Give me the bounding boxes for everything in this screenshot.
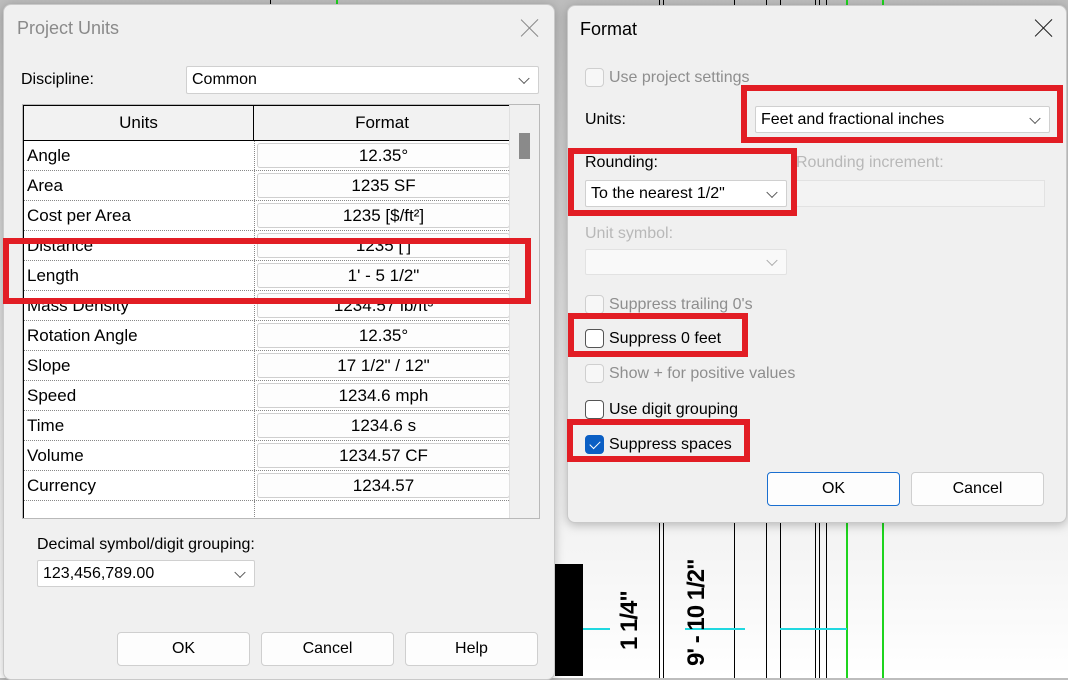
unit-name: Cost per Area: [24, 201, 255, 230]
table-scrollbar[interactable]: [509, 105, 539, 518]
checkbox-box: [585, 400, 604, 419]
format-button[interactable]: 1235 [$/ft²]: [257, 203, 510, 228]
units-dropdown[interactable]: Feet and fractional inches: [755, 106, 1050, 133]
checkmark-icon: [585, 435, 604, 454]
column-header-format: Format: [355, 113, 409, 132]
rounding-increment-input[interactable]: [796, 180, 1045, 207]
ok-button[interactable]: OK: [767, 472, 900, 506]
decimal-grouping-value: 123,456,789.00: [43, 564, 155, 582]
unit-name: Angle: [24, 141, 255, 170]
unit-name: Speed: [24, 381, 255, 410]
format-button[interactable]: 12.35°: [257, 323, 510, 348]
checkbox-label: Suppress 0 feet: [609, 329, 722, 347]
suppress-spaces-checkbox[interactable]: Suppress spaces: [585, 435, 732, 454]
table-body: Angle 12.35° Area 1235 SF Cost per Area 123…: [23, 141, 511, 518]
unit-name: Time: [24, 411, 255, 440]
format-button[interactable]: 1234.57 lb/ft³: [257, 293, 510, 318]
use-digit-grouping-checkbox[interactable]: Use digit grouping: [585, 400, 738, 419]
project-units-dialog: Project Units Discipline: Common Units F…: [3, 4, 555, 680]
close-icon[interactable]: [519, 17, 541, 39]
checkbox-box: [585, 68, 604, 87]
table-row: Angle 12.35°: [24, 141, 511, 171]
decimal-grouping-label: Decimal symbol/digit grouping:: [37, 536, 255, 553]
format-button[interactable]: 1234.57: [257, 473, 510, 498]
format-button[interactable]: 1235 [']: [257, 233, 510, 258]
table-row: Distance 1235 [']: [24, 231, 511, 261]
table-row: Mass Density 1234.57 lb/ft³: [24, 291, 511, 321]
chevron-down-icon: [518, 72, 530, 85]
checkbox-label: Suppress spaces: [609, 435, 732, 453]
unit-name: Area: [24, 171, 255, 200]
decimal-grouping-dropdown[interactable]: 123,456,789.00: [37, 560, 255, 587]
units-label: Units:: [585, 111, 626, 128]
show-plus-positive-checkbox[interactable]: Show + for positive values: [585, 364, 795, 383]
column-header-units: Units: [24, 106, 254, 140]
unit-name: Distance: [24, 231, 255, 260]
checkbox-box: [585, 295, 604, 314]
checkbox-label: Use digit grouping: [609, 400, 738, 418]
dimension-label: 1 1/4": [616, 591, 643, 650]
rounding-value: To the nearest 1/2": [591, 184, 725, 202]
format-button[interactable]: 1234.57 CF: [257, 443, 510, 468]
table-row-empty: [24, 501, 511, 518]
table-row: Currency 1234.57: [24, 471, 511, 501]
units-value: Feet and fractional inches: [761, 110, 945, 128]
dialog-title: Project Units: [17, 18, 120, 38]
checkbox-box: [585, 364, 604, 383]
ok-button[interactable]: OK: [117, 632, 250, 666]
chevron-down-icon: [234, 566, 246, 578]
table-row: Rotation Angle 12.35°: [24, 321, 511, 351]
chevron-down-icon: [766, 254, 778, 267]
cancel-button[interactable]: Cancel: [911, 472, 1044, 506]
unit-name: Rotation Angle: [24, 321, 255, 350]
table-row: Area 1235 SF: [24, 171, 511, 201]
checkbox-box: [585, 329, 604, 348]
dialog-title: Format: [580, 19, 638, 39]
format-button[interactable]: 12.35°: [257, 143, 510, 168]
table-row: Volume 1234.57 CF: [24, 441, 511, 471]
rounding-dropdown[interactable]: To the nearest 1/2": [585, 180, 787, 207]
table-row: Speed 1234.6 mph: [24, 381, 511, 411]
units-table: Units Format Angle 12.35° Area 1235 SF Cos…: [22, 104, 540, 519]
format-button[interactable]: 1' - 5 1/2": [257, 263, 510, 288]
checkbox-label: Use project settings: [609, 68, 750, 86]
unit-symbol-dropdown[interactable]: [585, 249, 787, 275]
format-button[interactable]: 17 1/2" / 12": [257, 353, 510, 378]
close-icon[interactable]: [1033, 17, 1055, 39]
help-button[interactable]: Help: [405, 632, 538, 666]
cancel-button[interactable]: Cancel: [261, 632, 394, 666]
checkbox-label: Show + for positive values: [609, 364, 796, 382]
table-row: Time 1234.6 s: [24, 411, 511, 441]
unit-name: Currency: [24, 471, 255, 500]
checkbox-label: Suppress trailing 0's: [609, 295, 753, 313]
suppress-zero-feet-checkbox[interactable]: Suppress 0 feet: [585, 329, 721, 348]
format-dialog: Format Use project settings Units: Feet …: [567, 5, 1067, 523]
format-button[interactable]: 1234.6 mph: [257, 383, 510, 408]
table-row: Slope 17 1/2" / 12": [24, 351, 511, 381]
dimension-label: 9' - 10 1/2": [683, 559, 710, 667]
chevron-down-icon: [766, 186, 778, 198]
suppress-trailing-zeros-checkbox[interactable]: Suppress trailing 0's: [585, 295, 753, 314]
unit-symbol-label: Unit symbol:: [585, 225, 674, 242]
discipline-label: Discipline:: [21, 71, 94, 88]
unit-name: Volume: [24, 441, 255, 470]
discipline-dropdown[interactable]: Common: [186, 66, 539, 94]
format-button[interactable]: 1235 SF: [257, 173, 510, 198]
unit-name: Slope: [24, 351, 255, 380]
discipline-value: Common: [192, 71, 257, 88]
unit-name: Mass Density: [24, 291, 255, 320]
table-row: Cost per Area 1235 [$/ft²]: [24, 201, 511, 231]
wall-fill: [555, 564, 583, 676]
table-row: Length 1' - 5 1/2": [24, 261, 511, 291]
table-header: Units Format: [23, 105, 511, 141]
rounding-label: Rounding:: [585, 154, 658, 171]
unit-name: Length: [24, 261, 255, 290]
scrollbar-thumb[interactable]: [519, 133, 530, 159]
chevron-down-icon: [1029, 112, 1041, 124]
use-project-settings-checkbox[interactable]: Use project settings: [585, 68, 750, 87]
format-button[interactable]: 1234.6 s: [257, 413, 510, 438]
rounding-increment-label: Rounding increment:: [796, 154, 944, 171]
